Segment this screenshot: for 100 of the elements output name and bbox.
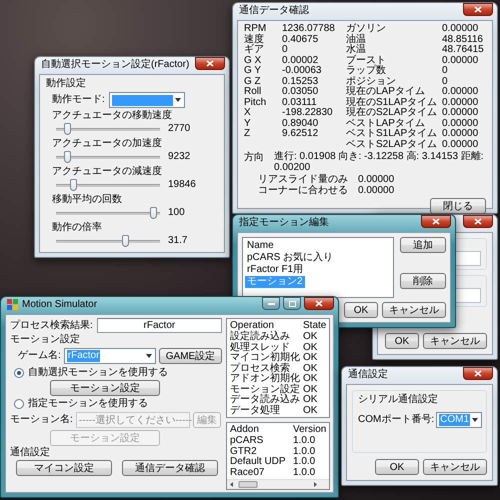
table-cell-text: 処理スレッド — [230, 342, 290, 352]
table-cell-text: OK — [303, 384, 318, 395]
slider-label: アクチュエータの移動速度 — [52, 110, 172, 122]
data-label: コーナーに合わせる — [258, 186, 349, 196]
field-label: 動作モード: — [52, 94, 105, 106]
data-value: 0.40675 — [282, 34, 320, 45]
column-header: Addon — [230, 424, 260, 436]
dialog-button[interactable]: キャンセル — [382, 302, 446, 318]
slider-value: 2770 — [168, 123, 190, 135]
close-dialog-button[interactable]: 閉じる — [430, 198, 486, 214]
field-label: ゲーム名: — [18, 350, 61, 362]
column-header: Name — [246, 240, 275, 252]
data-label: Z — [244, 129, 252, 140]
game-settings-button[interactable]: GAME設定 — [158, 348, 222, 364]
table-cell-text: プロセス検索 — [230, 364, 290, 374]
list-action-button[interactable]: 追加 — [400, 237, 446, 253]
data-label: Y — [244, 118, 252, 129]
data-value: 0.00000 — [442, 24, 480, 34]
data-value: 0.00000 — [358, 186, 396, 196]
dialog-button[interactable]: OK — [375, 459, 419, 475]
window-title: 指定モーション編集 — [239, 216, 329, 230]
data-value: 0.89040 — [282, 118, 320, 129]
data-label: ポジション — [346, 76, 397, 86]
slider-label: アクチュエータの減速度 — [52, 166, 162, 178]
window-title: 通信設定 — [348, 368, 388, 382]
data-value: -0.00063 — [282, 66, 322, 76]
data-label: 現在のS2LAPタイム — [346, 108, 438, 118]
dialog-button[interactable]: OK — [385, 333, 419, 349]
data-label: Roll — [244, 87, 262, 98]
field-label: COMポート番号: — [358, 414, 434, 426]
data-value: 0.00000 — [442, 87, 480, 98]
data-value: 0.15253 — [282, 76, 320, 87]
data-value: 48.76415 — [442, 45, 485, 56]
list-item[interactable]: rFactor F1用 — [245, 264, 306, 276]
direction-values: 進行: 0.01908 向き: -3.12258 高: 3.14153 距離: 0.00200 — [274, 152, 485, 173]
table-cell-text: GTR2 — [230, 446, 258, 456]
data-label: ガソリン — [346, 24, 387, 34]
table-cell-text: OK — [303, 353, 318, 364]
slider-value: 9232 — [168, 151, 190, 163]
data-label: ベストS1LAPタイム — [346, 129, 438, 140]
list-action-button[interactable]: 削除 — [400, 273, 446, 289]
radio-option[interactable]: 自動選択モーションを使用する — [10, 366, 222, 379]
data-label: 油温 — [346, 34, 367, 44]
column-header: State — [303, 320, 326, 332]
data-label: ラップ数 — [346, 66, 387, 76]
radio-option[interactable]: 指定モーションを使用する — [10, 397, 222, 410]
data-label: Pitch — [244, 98, 268, 108]
data-value: 0 — [442, 66, 449, 76]
table-cell-text: アドオン初期化 — [230, 374, 300, 384]
dialog-button[interactable]: OK — [344, 302, 378, 318]
table-cell-text: 設定読み込み — [230, 332, 291, 342]
table-cell-text: OK — [303, 364, 318, 374]
field-label: プロセス検索結果: — [10, 320, 93, 332]
table-cell-text: OK — [303, 395, 318, 406]
action-button[interactable]: 通信データ確認 — [122, 460, 218, 476]
data-label: ベストLAPタイム — [346, 118, 426, 128]
group-title: モーション設定 — [10, 334, 81, 346]
list-item[interactable]: pCARS お気に入り — [245, 252, 336, 264]
data-value: 1236.07788 — [282, 24, 336, 34]
column-header: Operation — [230, 320, 274, 331]
data-label: G X — [244, 56, 262, 66]
field-label: モーション名: — [10, 414, 73, 426]
data-value: 0.00000 — [442, 140, 480, 150]
data-value: 0.00000 — [442, 118, 480, 129]
table-cell: Default UDP — [230, 457, 286, 468]
slider-value: 100 — [168, 207, 185, 219]
table-cell-text: データ読み込み — [230, 395, 300, 405]
data-value: 9.62512 — [282, 129, 320, 140]
table-cell-text: モーション設定 — [230, 384, 300, 394]
table-cell-text: データ処理 — [230, 406, 281, 416]
data-label: X — [244, 108, 252, 118]
slider-value: 19846 — [168, 179, 196, 191]
table-cell-text: 1.0.0 — [293, 457, 316, 468]
data-value: -198.22830 — [282, 108, 334, 118]
data-label: ベストS2LAPタイム — [346, 140, 438, 150]
table-cell-text: OK — [303, 332, 318, 342]
group-title: 通信設定 — [10, 447, 51, 459]
data-label: RPM — [244, 24, 268, 34]
data-label: ブースト — [346, 56, 387, 66]
data-value: 0.00000 — [442, 129, 480, 140]
data-value: 0.03111 — [282, 98, 318, 108]
data-label: ギア — [244, 45, 265, 56]
data-label: 速度 — [244, 34, 265, 44]
action-button[interactable]: マイコン設定 — [16, 460, 112, 476]
slider-label: 動作の倍率 — [52, 222, 102, 234]
slider-value: 31.7 — [168, 235, 188, 247]
data-value: 0.00000 — [442, 56, 480, 66]
data-value: 48.85116 — [442, 34, 484, 45]
data-label: G Y — [244, 66, 262, 76]
dialog-button[interactable]: キャンセル — [423, 459, 487, 475]
window-title: Motion Simulator — [22, 298, 98, 312]
motion-settings-button[interactable]: モーション設定 — [50, 380, 160, 396]
data-value: 0.00000 — [358, 175, 396, 186]
table-cell-text: Race07 — [230, 468, 266, 478]
data-label: 現在のLAPタイム — [346, 87, 426, 97]
dialog-button[interactable]: キャンセル — [423, 333, 487, 349]
column-header: Version — [293, 424, 326, 436]
table-cell-text: OK — [303, 374, 318, 384]
data-label: 現在のS1LAPタイム — [346, 98, 438, 108]
data-label: 水温 — [346, 45, 367, 55]
